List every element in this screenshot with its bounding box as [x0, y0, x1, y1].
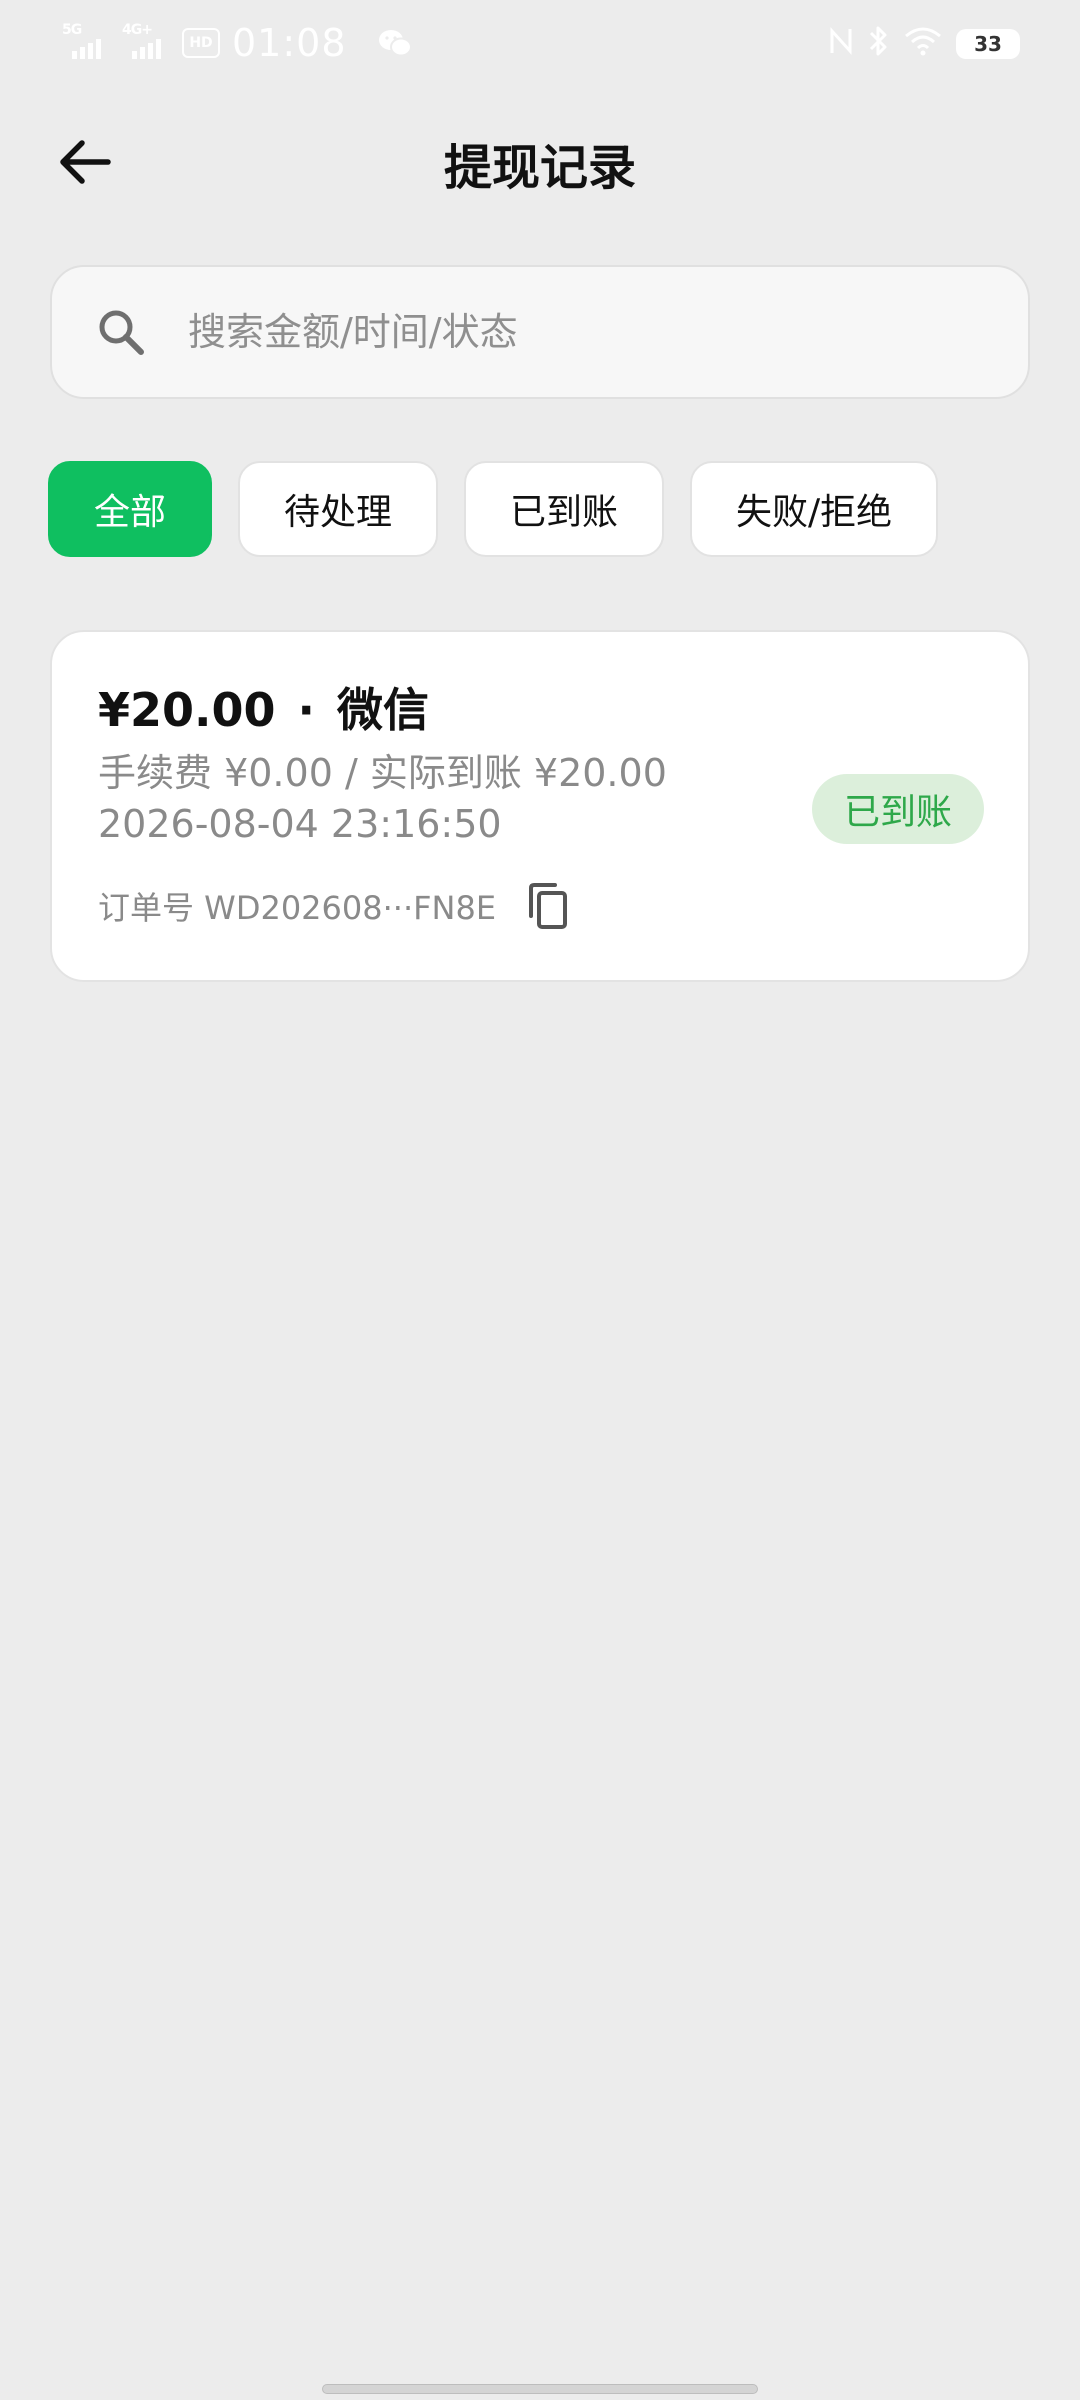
record-fee-line: 手续费 ¥0.00 / 实际到账 ¥20.00: [98, 751, 667, 795]
wechat-icon: [377, 28, 413, 58]
home-indicator[interactable]: [322, 2384, 758, 2394]
filter-tabs: 全部 待处理 已到账 失败/拒绝: [48, 461, 939, 557]
filter-tab-label: 全部: [94, 492, 167, 533]
signal-4g-icon: 4G+: [122, 23, 170, 63]
hd-voice-icon: HD: [182, 28, 220, 58]
withdrawal-record-card[interactable]: ¥20.00 · 微信 手续费 ¥0.00 / 实际到账 ¥20.00 2026-0…: [50, 630, 1030, 982]
wifi-icon: [904, 26, 942, 63]
signal-5g-icon: 5G: [62, 23, 110, 63]
nfc-icon: [828, 25, 854, 64]
status-badge: 已到账: [811, 774, 984, 844]
bluetooth-icon: [868, 24, 890, 65]
status-badge-label: 已到账: [843, 792, 952, 833]
filter-tab-label: 待处理: [284, 492, 393, 533]
filter-tab-arrived[interactable]: 已到账: [464, 461, 665, 557]
filter-tab-failed[interactable]: 失败/拒绝: [690, 461, 939, 557]
status-bar-left: 5G 4G+ HD 01:08: [62, 18, 413, 68]
hd-label: HD: [189, 35, 213, 51]
filter-tab-all[interactable]: 全部: [48, 461, 213, 557]
record-channel: 微信: [337, 683, 429, 737]
page-title: 提现记录: [443, 140, 636, 196]
record-amount: ¥20.00: [98, 683, 276, 737]
status-bar: 5G 4G+ HD 01:08 33: [0, 0, 1080, 86]
status-bar-right: 33: [828, 22, 1020, 66]
copy-icon: [529, 883, 568, 929]
filter-tab-pending[interactable]: 待处理: [238, 461, 439, 557]
search-icon: [99, 310, 144, 355]
search-box[interactable]: [50, 265, 1030, 399]
search-input[interactable]: [186, 309, 1028, 355]
status-time: 01:08: [232, 21, 347, 65]
record-time: 2026-08-04 23:16:50: [98, 802, 502, 846]
battery-icon: 33: [956, 29, 1020, 59]
filter-tab-label: 已到账: [510, 492, 619, 533]
header: 提现记录: [0, 110, 1080, 210]
signal-5g-label: 5G: [62, 22, 82, 38]
record-order: 订单号 WD202608···FN8E: [98, 876, 574, 936]
signal-4g-label: 4G+: [122, 22, 153, 38]
record-order-number: 订单号 WD202608···FN8E: [98, 889, 497, 927]
record-title: ¥20.00 · 微信: [98, 674, 429, 740]
filter-tab-label: 失败/拒绝: [736, 492, 893, 533]
copy-order-button[interactable]: [522, 878, 574, 934]
record-separator: ·: [297, 683, 315, 737]
battery-level: 33: [974, 32, 1002, 56]
